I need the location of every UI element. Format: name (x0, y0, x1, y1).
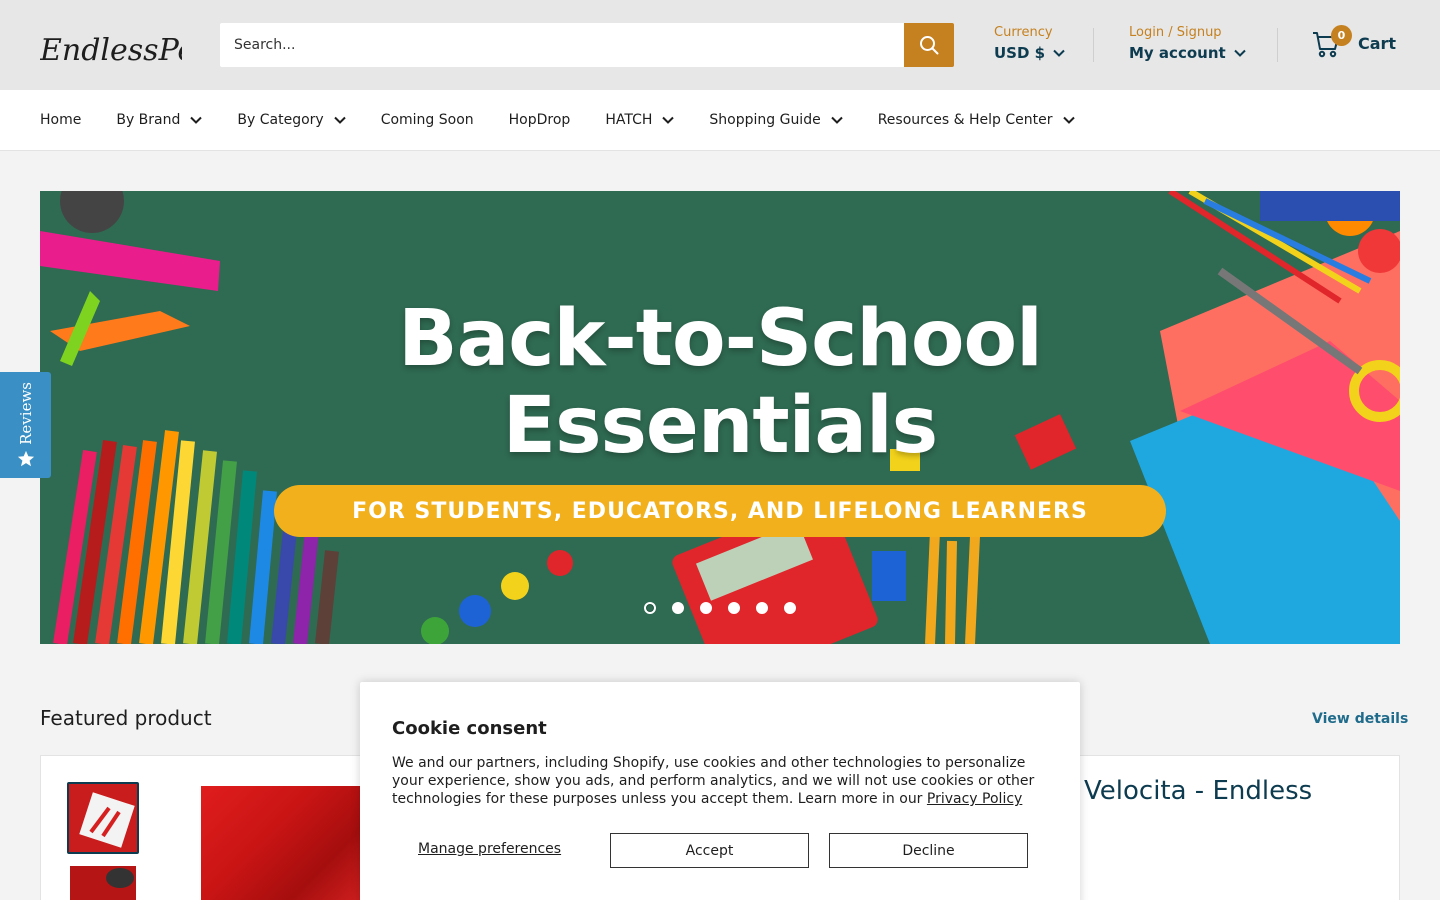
cookie-consent-dialog: Cookie consent We and our partners, incl… (360, 682, 1080, 900)
slide-dot[interactable] (728, 602, 740, 614)
header-divider (1277, 28, 1278, 62)
nav-item-resources-help[interactable]: Resources & Help Center (878, 112, 1075, 128)
banner-title-line2: Essentials (502, 381, 938, 471)
pens-image (69, 784, 137, 852)
site-header: EndlessPens Currency USD $ Login / Signu… (0, 0, 1440, 90)
accept-button[interactable]: Accept (610, 833, 809, 868)
banner-subtitle: FOR STUDENTS, EDUCATORS, AND LIFELONG LE… (274, 485, 1166, 537)
search-button[interactable] (904, 23, 954, 67)
product-thumbnail[interactable] (70, 866, 136, 900)
slideshow-dots (644, 602, 796, 614)
privacy-policy-link[interactable]: Privacy Policy (927, 791, 1022, 807)
cart-label: Cart (1358, 33, 1397, 53)
hero-banner[interactable]: Back-to-School Essentials FOR STUDENTS, … (40, 191, 1400, 644)
chevron-down-icon (333, 116, 346, 124)
chevron-down-icon (830, 116, 843, 124)
currency-value: USD $ (994, 44, 1046, 62)
currency-selector[interactable]: Currency USD $ (994, 24, 1065, 64)
endless-pens-logo[interactable]: EndlessPens (40, 18, 182, 72)
header-divider (1093, 28, 1094, 62)
chevron-down-icon (1233, 49, 1246, 57)
chevron-down-icon (662, 116, 675, 124)
product-main-image[interactable] (201, 786, 361, 900)
reviews-tab[interactable]: Reviews (0, 372, 51, 478)
view-details-link[interactable]: View details (1312, 711, 1408, 727)
cookie-consent-title: Cookie consent (392, 718, 547, 739)
my-account-label: My account (1129, 44, 1226, 62)
product-thumbnail[interactable] (67, 782, 139, 854)
featured-product-heading: Featured product (40, 706, 212, 730)
currency-label: Currency (994, 25, 1053, 40)
banner-title-line1: Back-to-School (398, 294, 1043, 384)
login-signup-link[interactable]: Login / Signup (1129, 24, 1246, 42)
nav-item-hatch[interactable]: HATCH (605, 112, 675, 128)
product-title[interactable]: Velocita - Endless (1084, 776, 1312, 806)
slide-dot[interactable] (784, 602, 796, 614)
account-menu[interactable]: Login / Signup My account (1129, 24, 1246, 64)
cart-count-badge: 0 (1331, 25, 1352, 46)
search-icon (920, 36, 939, 55)
cookie-consent-text: We and our partners, including Shopify, … (392, 755, 1035, 807)
nav-item-by-brand[interactable]: By Brand (116, 112, 203, 128)
decline-button[interactable]: Decline (829, 833, 1028, 868)
chevron-down-icon (1062, 116, 1075, 124)
nav-item-coming-soon[interactable]: Coming Soon (381, 112, 474, 128)
search-input[interactable] (220, 23, 904, 67)
main-nav: Home By Brand By Category Coming Soon Ho… (0, 90, 1440, 151)
manage-preferences-link[interactable]: Manage preferences (418, 841, 561, 857)
slide-dot[interactable] (756, 602, 768, 614)
cart-link[interactable]: 0 Cart (1312, 25, 1397, 58)
svg-text:EndlessPens: EndlessPens (40, 33, 182, 68)
reviews-label: Reviews (16, 381, 35, 445)
chevron-down-icon (1053, 49, 1065, 57)
search-bar (220, 23, 954, 67)
star-icon (17, 451, 34, 467)
nav-item-hopdrop[interactable]: HopDrop (509, 112, 571, 128)
slide-dot[interactable] (700, 602, 712, 614)
pen-case-image (70, 866, 136, 900)
slide-dot[interactable] (644, 602, 656, 614)
nav-item-home[interactable]: Home (40, 112, 81, 128)
slide-dot[interactable] (672, 602, 684, 614)
chevron-down-icon (190, 116, 203, 124)
nav-item-shopping-guide[interactable]: Shopping Guide (709, 112, 843, 128)
nav-item-by-category[interactable]: By Category (237, 112, 346, 128)
